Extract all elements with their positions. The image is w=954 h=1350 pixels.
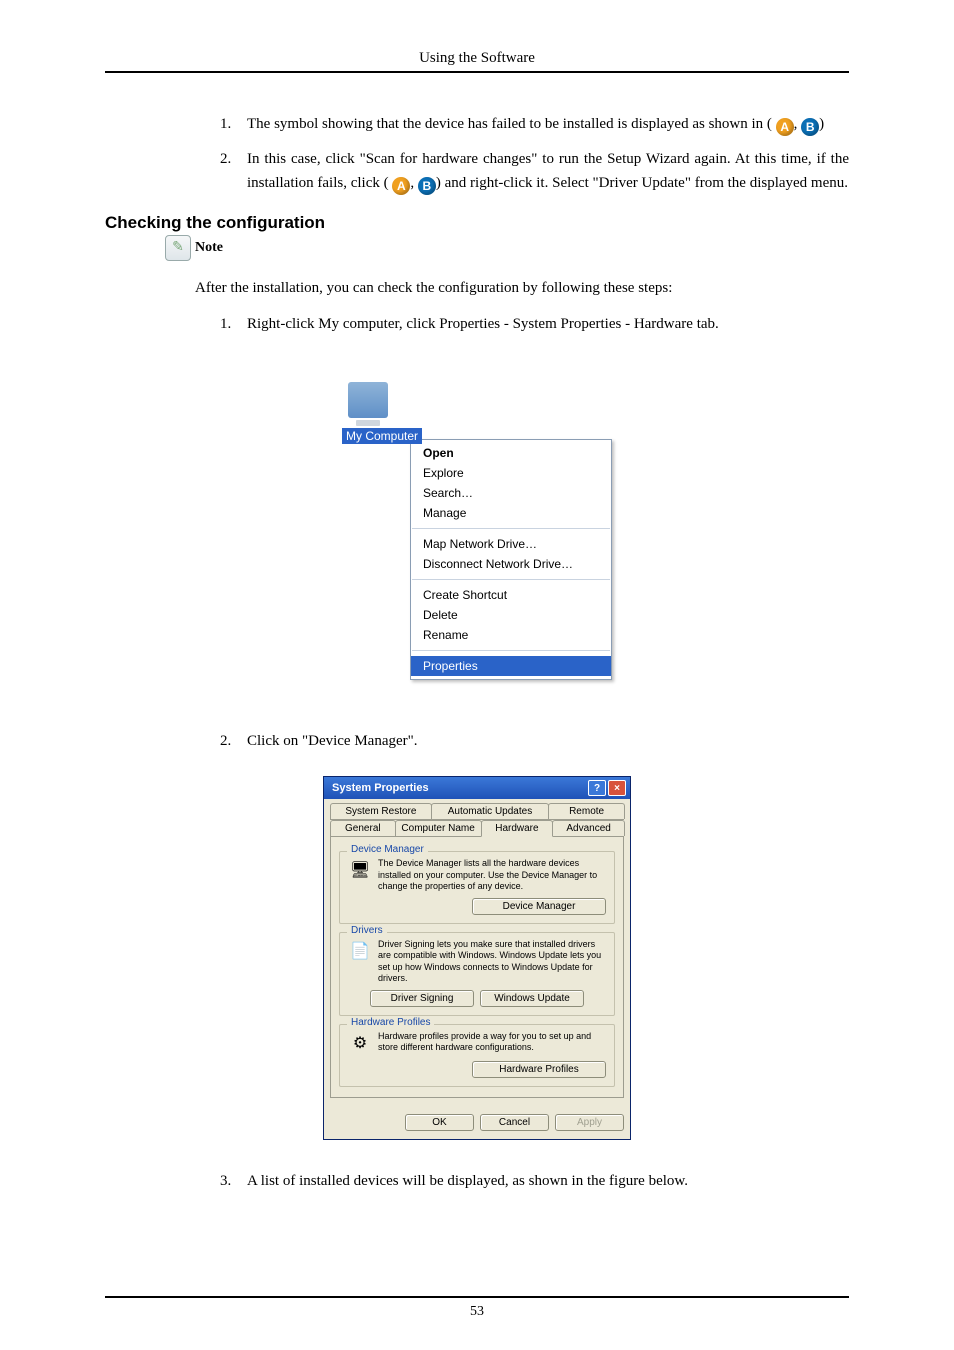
ctx-separator-2 [412,579,610,580]
step-3: A list of installed devices will be disp… [235,1170,849,1193]
ok-button[interactable]: OK [405,1114,474,1131]
system-properties-dialog: System Properties ? × System Restore Aut… [323,776,631,1140]
step-2-text-b: , [410,175,418,191]
tab-row-bottom: General Computer Name Hardware Advanced [330,820,624,837]
tab-advanced[interactable]: Advanced [552,820,625,836]
ctx-properties[interactable]: Properties [411,656,611,676]
badge-a-icon-2: A [392,177,410,195]
step-1-prev: The symbol showing that the device has f… [235,113,849,136]
hardware-profiles-label: Hardware Profiles [347,1017,434,1028]
ctx-rename[interactable]: Rename [411,625,611,645]
hardware-profiles-button[interactable]: Hardware Profiles [472,1061,606,1078]
tab-computer-name[interactable]: Computer Name [395,820,482,836]
my-computer-icon [348,382,388,418]
step-1-text-c: ) [819,116,824,132]
hardware-tab-panel: Device Manager 🖥 The Device Manager list… [330,837,624,1098]
context-menu: Open Explore Search… Manage Map Network … [410,439,612,680]
device-manager-button[interactable]: Device Manager [472,898,606,915]
note-icon: ✎ [165,235,191,261]
cancel-button[interactable]: Cancel [480,1114,549,1131]
badge-a-icon: A [776,118,794,136]
tab-general[interactable]: General [330,820,396,836]
page-number: 53 [0,1304,954,1320]
ctx-manage[interactable]: Manage [411,503,611,523]
step-2: Click on "Device Manager". [235,730,849,753]
hardware-profiles-desc: Hardware profiles provide a way for you … [378,1031,606,1054]
drivers-icon: 📄 [348,939,372,963]
device-manager-desc: The Device Manager lists all the hardwar… [378,858,606,892]
help-button[interactable]: ? [588,780,606,796]
hardware-profiles-group: Hardware Profiles ⚙ Hardware profiles pr… [339,1024,615,1087]
close-button[interactable]: × [608,780,626,796]
step-2-text-c: ) and right-click it. Select "Driver Upd… [436,175,848,191]
ctx-map-drive[interactable]: Map Network Drive… [411,534,611,554]
intro-paragraph: After the installation, you can check th… [195,277,849,300]
dialog-title: System Properties [332,782,429,794]
my-computer-label: My Computer [342,428,422,444]
note-label: Note [195,240,223,256]
header-title: Using the Software [105,50,849,71]
tab-system-restore[interactable]: System Restore [330,803,432,819]
ctx-search[interactable]: Search… [411,483,611,503]
context-menu-figure: My Computer Open Explore Search… Manage … [340,382,614,680]
tab-automatic-updates[interactable]: Automatic Updates [431,803,549,819]
footer-rule [105,1296,849,1298]
device-manager-label: Device Manager [347,844,428,855]
ctx-delete[interactable]: Delete [411,605,611,625]
step-1-text-a: The symbol showing that the device has f… [247,116,772,132]
ctx-disconnect-drive[interactable]: Disconnect Network Drive… [411,554,611,574]
device-manager-icon: 🖥 [348,858,372,882]
dialog-footer: OK Cancel Apply [324,1106,630,1139]
header-rule [105,71,849,73]
drivers-group: Drivers 📄 Driver Signing lets you make s… [339,932,615,1016]
tab-hardware[interactable]: Hardware [481,820,554,837]
ctx-open[interactable]: Open [411,443,611,463]
hardware-profiles-icon: ⚙ [348,1031,372,1055]
drivers-label: Drivers [347,925,387,936]
step-1: Right-click My computer, click Propertie… [235,313,849,336]
badge-b-icon-2: B [418,177,436,195]
driver-signing-button[interactable]: Driver Signing [370,990,474,1007]
section-heading: Checking the configuration [105,213,849,233]
apply-button[interactable]: Apply [555,1114,624,1131]
step-2-prev: In this case, click "Scan for hardware c… [235,148,849,195]
ctx-separator-1 [412,528,610,529]
ctx-explore[interactable]: Explore [411,463,611,483]
step-1-text-b: , [794,116,802,132]
dialog-titlebar[interactable]: System Properties ? × [324,777,630,799]
tab-row-top: System Restore Automatic Updates Remote [330,803,624,820]
badge-b-icon: B [801,118,819,136]
device-manager-group: Device Manager 🖥 The Device Manager list… [339,851,615,924]
drivers-desc: Driver Signing lets you make sure that i… [378,939,606,984]
ctx-create-shortcut[interactable]: Create Shortcut [411,585,611,605]
tab-remote[interactable]: Remote [548,803,625,819]
windows-update-button[interactable]: Windows Update [480,990,584,1007]
ctx-separator-3 [412,650,610,651]
